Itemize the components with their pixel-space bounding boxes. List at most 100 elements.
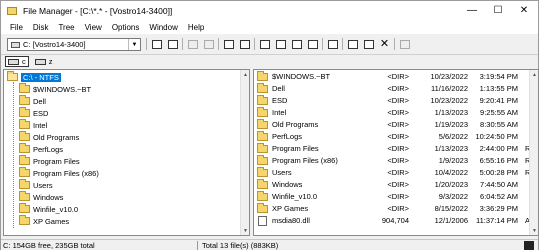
file-date: 10/23/2022: [430, 72, 468, 81]
drive-button-c[interactable]: c: [5, 56, 29, 67]
tree-item-intel[interactable]: Intel: [19, 119, 47, 131]
tree-item-label: $WINDOWS.~BT: [33, 84, 92, 94]
menu-view[interactable]: View: [80, 23, 107, 32]
share-folder-icon[interactable]: [185, 37, 200, 51]
chevron-down-icon[interactable]: ▼: [128, 39, 140, 50]
tree-item-label: PerfLogs: [33, 144, 64, 154]
file-time: 9:25:55 AM: [480, 108, 518, 117]
copy-icon[interactable]: [345, 37, 360, 51]
file-row[interactable]: Program Files (x86) <DIR> 1/9/2023 6:55:16 …: [254, 155, 531, 167]
file-manager-window: File Manager - [C:\*.* - [Vostro14-3400]…: [0, 0, 539, 250]
disconnect-drive-icon[interactable]: [165, 37, 180, 51]
file-row[interactable]: msdia80.dll 904,704 12/1/2006 11:37:14 PM A: [254, 215, 531, 227]
file-row[interactable]: PerfLogs <DIR> 5/6/2022 10:24:50 PM: [254, 131, 531, 143]
properties-icon[interactable]: [397, 37, 412, 51]
tree-scrollbar[interactable]: ▲ ▼: [240, 70, 249, 235]
tree-item-perflogs[interactable]: PerfLogs: [19, 143, 63, 155]
tree-item-program-files-x86[interactable]: Program Files (x86): [19, 167, 99, 179]
file-time: 6:55:16 PM: [479, 156, 518, 165]
menu-help[interactable]: Help: [183, 23, 209, 32]
tree-item-label: ESD: [33, 108, 49, 118]
file-row[interactable]: $WINDOWS.~BT <DIR> 10/23/2022 3:19:54 PM: [254, 71, 531, 83]
delete-icon[interactable]: ✕: [377, 37, 392, 51]
file-time: 2:44:00 PM: [479, 144, 518, 153]
file-row[interactable]: XP Games <DIR> 8/15/2022 3:36:29 PM: [254, 203, 531, 215]
file-row[interactable]: Dell <DIR> 11/16/2022 1:13:55 PM: [254, 83, 531, 95]
title-bar[interactable]: File Manager - [C:\*.* - [Vostro14-3400]…: [1, 1, 538, 20]
menu-options[interactable]: Options: [107, 23, 145, 32]
folder-icon: [257, 167, 268, 177]
close-button[interactable]: ✕: [511, 1, 537, 20]
tree-item-label: Dell: [33, 96, 46, 106]
file-list-scrollbar[interactable]: ▲ ▼: [529, 70, 538, 235]
view-all-details-icon[interactable]: [237, 37, 252, 51]
tree-item-xp-games[interactable]: XP Games: [19, 215, 69, 227]
sort-by-date-icon[interactable]: [305, 37, 320, 51]
sort-by-size-icon[interactable]: [289, 37, 304, 51]
toolbar-separator: [146, 38, 147, 50]
file-row[interactable]: Windows <DIR> 1/20/2023 7:44:50 AM: [254, 179, 531, 191]
tree-item-users[interactable]: Users: [19, 179, 53, 191]
file-list-pane[interactable]: $WINDOWS.~BT <DIR> 10/23/2022 3:19:54 PM De…: [253, 69, 539, 236]
tree-item-esd[interactable]: ESD: [19, 107, 48, 119]
file-row[interactable]: ESD <DIR> 10/23/2022 9:20:41 PM: [254, 95, 531, 107]
drive-label: c: [22, 57, 26, 66]
file-row[interactable]: Program Files <DIR> 1/13/2023 2:44:00 PM R: [254, 143, 531, 155]
file-date: 1/19/2023: [434, 120, 468, 129]
drive-label: z: [48, 57, 53, 66]
window-title: File Manager - [C:\*.* - [Vostro14-3400]…: [23, 5, 173, 16]
drive-bar: c z: [1, 54, 538, 68]
file-row[interactable]: Old Programs <DIR> 1/19/2023 8:30:55 AM: [254, 119, 531, 131]
scroll-up-icon[interactable]: ▲: [530, 70, 538, 79]
scroll-down-icon[interactable]: ▼: [241, 226, 249, 235]
file-size: <DIR>: [387, 132, 409, 141]
folder-icon: [257, 203, 268, 213]
file-date: 8/15/2022: [434, 204, 468, 213]
paste-icon[interactable]: [361, 37, 376, 51]
tree-item-windows[interactable]: Windows: [19, 191, 63, 203]
toolbar-separator: [218, 38, 219, 50]
menu-tree[interactable]: Tree: [53, 23, 79, 32]
folder-icon: [19, 203, 30, 213]
resize-grip-icon[interactable]: [524, 241, 534, 250]
minimize-button[interactable]: —: [459, 1, 485, 20]
file-date: 1/9/2023: [438, 156, 468, 165]
folder-icon: [19, 167, 30, 177]
tree-item-dell[interactable]: Dell: [19, 95, 46, 107]
file-row[interactable]: Users <DIR> 10/4/2022 5:00:28 PM R: [254, 167, 531, 179]
tree-item-root[interactable]: C:\ - NTFS: [7, 71, 61, 83]
directory-tree-pane[interactable]: C:\ - NTFS $WINDOWS.~BT Dell ESD Intel O…: [3, 69, 250, 236]
file-time: 5:00:28 PM: [479, 168, 518, 177]
file-size: <DIR>: [387, 96, 409, 105]
folder-icon: [257, 83, 268, 93]
view-name-icon[interactable]: [221, 37, 236, 51]
file-size: <DIR>: [387, 72, 409, 81]
connect-drive-icon[interactable]: [149, 37, 164, 51]
drive-button-z[interactable]: z: [33, 56, 55, 67]
file-name: Intel: [272, 108, 287, 117]
network-drive-icon: [34, 58, 46, 65]
tree-item-label: Intel: [33, 120, 48, 130]
maximize-button[interactable]: ☐: [485, 1, 511, 20]
tree-item-old-programs[interactable]: Old Programs: [19, 131, 79, 143]
stop-sharing-icon[interactable]: [201, 37, 216, 51]
new-window-icon[interactable]: [325, 37, 340, 51]
tree-item-winfile[interactable]: Winfile_v10.0: [19, 203, 78, 215]
tree-item-windows-bt[interactable]: $WINDOWS.~BT: [19, 83, 91, 95]
drive-selector[interactable]: C: [Vostro14-3400] ▼: [7, 38, 141, 51]
file-time: 9:20:41 PM: [479, 96, 518, 105]
tree-item-program-files[interactable]: Program Files: [19, 155, 80, 167]
scroll-down-icon[interactable]: ▼: [530, 226, 538, 235]
file-date: 9/3/2022: [438, 192, 468, 201]
file-name: Windows: [272, 180, 303, 189]
menu-file[interactable]: File: [5, 23, 28, 32]
file-row[interactable]: Intel <DIR> 1/13/2023 9:25:55 AM: [254, 107, 531, 119]
file-row[interactable]: Winfile_v10.0 <DIR> 9/3/2022 6:04:52 AM: [254, 191, 531, 203]
sort-by-name-icon[interactable]: [257, 37, 272, 51]
sort-by-type-icon[interactable]: [273, 37, 288, 51]
file-name: Old Programs: [272, 120, 319, 129]
menu-window[interactable]: Window: [144, 23, 182, 32]
menu-disk[interactable]: Disk: [28, 23, 54, 32]
file-name: msdia80.dll: [272, 216, 310, 225]
scroll-up-icon[interactable]: ▲: [241, 70, 249, 79]
